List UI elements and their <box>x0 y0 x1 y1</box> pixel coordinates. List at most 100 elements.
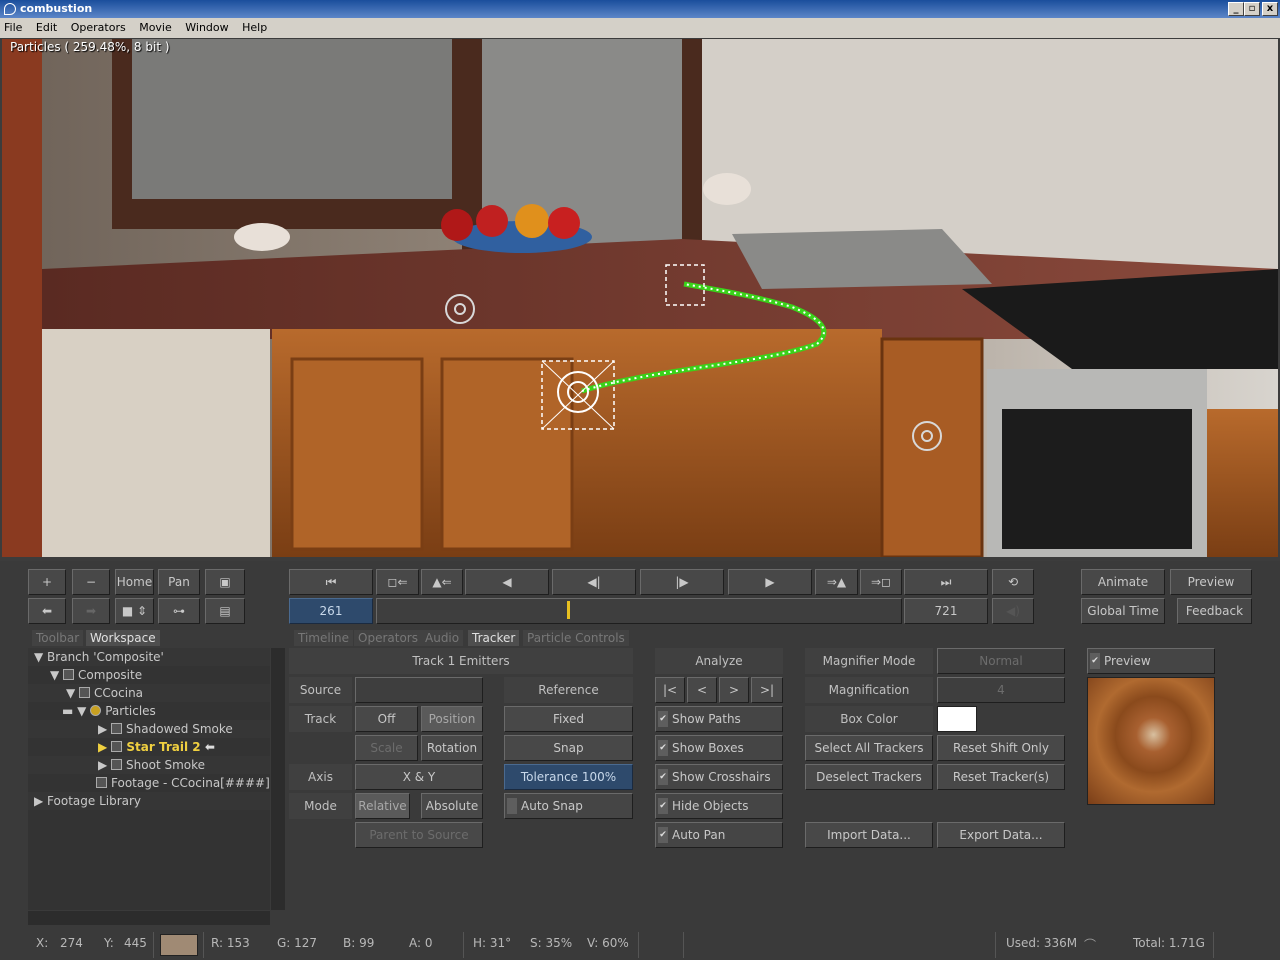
menu-edit[interactable]: Edit <box>36 21 57 34</box>
tree-row[interactable]: ▶ Shoot Smoke <box>28 756 270 774</box>
time-slider[interactable] <box>376 598 902 624</box>
step-forward-button[interactable]: |▶ <box>640 569 724 595</box>
checkbox-icon <box>507 798 517 814</box>
import-data-button[interactable]: Import Data... <box>805 822 933 848</box>
axis-dropdown[interactable]: X & Y <box>355 764 483 790</box>
tree-row[interactable]: ▶ Footage Library <box>28 792 270 810</box>
audio-button[interactable]: ◀) <box>992 598 1034 624</box>
show-crosshairs-checkbox[interactable]: ✔ Show Crosshairs <box>655 764 783 790</box>
forward-button[interactable]: ➡ <box>72 598 110 624</box>
minimize-button[interactable]: _ <box>1228 2 1244 16</box>
feedback-button[interactable]: Feedback <box>1177 598 1252 624</box>
next-marker-button[interactable]: ⇒▲ <box>815 569 858 595</box>
next-keyframe-button[interactable]: ⇒◻ <box>860 569 902 595</box>
parent-to-source-button[interactable]: Parent to Source <box>355 822 483 848</box>
checkmark-icon: ✔ <box>658 711 668 727</box>
render-button[interactable]: ▤ <box>205 598 245 624</box>
home-button[interactable]: Home <box>115 569 154 595</box>
tab-audio[interactable]: Audio <box>421 630 464 646</box>
tab-operators[interactable]: Operators <box>354 630 422 646</box>
hide-objects-checkbox[interactable]: ✔ Hide Objects <box>655 793 783 819</box>
menu-file[interactable]: File <box>4 21 22 34</box>
step-back-button[interactable]: ◀| <box>552 569 636 595</box>
tolerance-slider[interactable]: Tolerance 100% <box>504 764 633 790</box>
close-button[interactable]: x <box>1262 2 1278 16</box>
tree-horizontal-scrollbar[interactable] <box>28 911 270 925</box>
analyze-label: Analyze <box>655 648 783 674</box>
menu-help[interactable]: Help <box>242 21 267 34</box>
reset-shift-only-button[interactable]: Reset Shift Only <box>937 735 1065 761</box>
animate-button[interactable]: Animate <box>1081 569 1165 595</box>
tree-row[interactable]: ▬ ▼ Particles <box>28 702 270 720</box>
analyze-back-button[interactable]: < <box>687 677 717 703</box>
analyze-last-button[interactable]: >| <box>751 677 783 703</box>
tab-toolbar[interactable]: Toolbar <box>32 630 84 646</box>
tab-tracker[interactable]: Tracker <box>468 630 520 646</box>
go-to-start-button[interactable]: ⏮ <box>289 569 373 595</box>
playhead[interactable] <box>567 601 570 619</box>
tree-vertical-scrollbar[interactable] <box>271 648 285 910</box>
track-rotation-button[interactable]: Rotation <box>421 735 483 761</box>
preview-dropdown[interactable]: Preview <box>1170 569 1252 595</box>
tree-row[interactable]: ▼ CCocina <box>28 684 270 702</box>
preview-checkbox[interactable]: ✔ Preview <box>1087 648 1215 674</box>
tab-timeline[interactable]: Timeline <box>294 630 354 646</box>
particles-icon <box>90 705 102 716</box>
track-scale-button[interactable]: Scale <box>355 735 418 761</box>
menu-window[interactable]: Window <box>185 21 228 34</box>
magnification-dropdown[interactable]: 4 <box>937 677 1065 703</box>
reset-trackers-button[interactable]: Reset Tracker(s) <box>937 764 1065 790</box>
composite-viewport[interactable]: Particles ( 259.48%, 8 bit ) <box>2 39 1278 557</box>
tab-particle-controls[interactable]: Particle Controls <box>523 630 629 646</box>
zoom-in-button[interactable]: + <box>28 569 66 595</box>
reference-dropdown[interactable]: Fixed <box>504 706 633 732</box>
tab-workspace[interactable]: Workspace <box>86 630 160 646</box>
menu-operators[interactable]: Operators <box>71 21 126 34</box>
left-wall <box>2 39 42 557</box>
source-dropdown[interactable] <box>355 677 483 703</box>
prev-marker-button[interactable]: ▲⇐ <box>421 569 463 595</box>
mode-relative-button[interactable]: Relative <box>355 793 410 819</box>
auto-pan-checkbox[interactable]: ✔ Auto Pan <box>655 822 783 848</box>
connect-button[interactable]: ⊶ <box>158 598 200 624</box>
view-mode-button[interactable]: ■ ⇕ <box>115 598 154 624</box>
workspace-tree[interactable]: ▼ Branch 'Composite' ▼ Composite ▼ CCoci… <box>28 648 270 910</box>
show-paths-checkbox[interactable]: ✔ Show Paths <box>655 706 783 732</box>
tree-row[interactable]: ▼ Branch 'Composite' <box>28 648 270 666</box>
menu-movie[interactable]: Movie <box>139 21 172 34</box>
go-to-end-button[interactable]: ⏭ <box>904 569 988 595</box>
play-icon: ▶ <box>765 575 775 589</box>
tree-row-selected[interactable]: ▶ Star Trail 2 ⬅ <box>28 738 270 756</box>
end-frame-field[interactable]: 721 <box>904 598 988 624</box>
play-button[interactable]: ▶ <box>728 569 812 595</box>
tree-row[interactable]: ▼ Composite <box>28 666 270 684</box>
analyze-first-button[interactable]: |< <box>655 677 685 703</box>
global-time-dropdown[interactable]: Global Time <box>1081 598 1165 624</box>
magnifier-mode-dropdown[interactable]: Normal <box>937 648 1065 674</box>
show-boxes-checkbox[interactable]: ✔ Show Boxes <box>655 735 783 761</box>
select-all-trackers-button[interactable]: Select All Trackers <box>805 735 933 761</box>
current-frame-field[interactable]: 261 <box>289 598 373 624</box>
show-paths-label: Show Paths <box>672 712 741 726</box>
back-button[interactable]: ⬅ <box>28 598 66 624</box>
track-off-button[interactable]: Off <box>355 706 418 732</box>
saturation-value: S: 35% <box>530 936 573 950</box>
prev-keyframe-button[interactable]: ◻⇐ <box>376 569 419 595</box>
deselect-trackers-button[interactable]: Deselect Trackers <box>805 764 933 790</box>
export-data-button[interactable]: Export Data... <box>937 822 1065 848</box>
tree-row[interactable]: Footage - CCocina[####] <box>28 774 270 792</box>
pan-button[interactable]: Pan <box>158 569 200 595</box>
chevron-right-icon: > <box>728 683 740 697</box>
snap-button[interactable]: Snap <box>504 735 633 761</box>
zoom-out-button[interactable]: − <box>72 569 110 595</box>
tree-row[interactable]: ▶ Shadowed Smoke <box>28 720 270 738</box>
track-position-button[interactable]: Position <box>421 706 483 732</box>
auto-snap-checkbox[interactable]: Auto Snap <box>504 793 633 819</box>
loop-button[interactable]: ⟲ <box>992 569 1034 595</box>
box-color-swatch[interactable] <box>937 706 977 732</box>
analyze-forward-button[interactable]: > <box>719 677 749 703</box>
maximize-button[interactable]: ▫ <box>1244 2 1260 16</box>
play-reverse-button[interactable]: ◀ <box>465 569 549 595</box>
capture-button[interactable]: ▣ <box>205 569 245 595</box>
mode-absolute-button[interactable]: Absolute <box>421 793 483 819</box>
